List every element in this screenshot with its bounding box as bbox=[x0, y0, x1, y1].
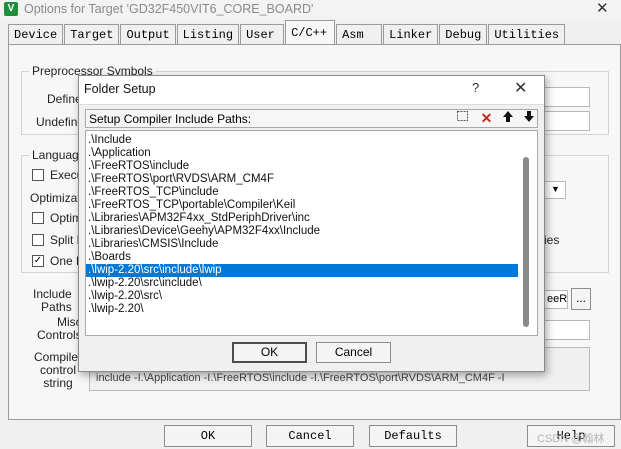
list-item[interactable]: .\lwip-2.20\src\include\ bbox=[86, 277, 537, 290]
window-close-icon[interactable]: ✕ bbox=[596, 0, 609, 17]
tab-target[interactable]: Target bbox=[64, 24, 120, 44]
define-field[interactable] bbox=[544, 87, 590, 107]
list-scrollbar-thumb[interactable] bbox=[523, 157, 529, 327]
list-item[interactable]: .\Libraries\CMSIS\Include bbox=[86, 238, 537, 251]
list-item[interactable]: .\FreeRTOS\include bbox=[86, 160, 537, 173]
move-down-icon[interactable] bbox=[518, 110, 539, 127]
undefine-field[interactable] bbox=[544, 111, 590, 131]
include-paths-header: Setup Compiler Include Paths: ✕ bbox=[85, 109, 538, 128]
list-item[interactable]: .\FreeRTOS_TCP\include bbox=[86, 186, 537, 199]
list-item[interactable]: .\Include bbox=[86, 134, 537, 147]
tab-debug[interactable]: Debug bbox=[439, 24, 488, 44]
optimize-time-checkbox[interactable] bbox=[32, 212, 44, 224]
misc-controls-field[interactable] bbox=[544, 320, 590, 340]
defaults-button[interactable]: Defaults bbox=[369, 425, 457, 447]
tab-user[interactable]: User bbox=[240, 24, 285, 44]
window-titlebar: V Options for Target 'GD32F450VIT6_CORE_… bbox=[0, 0, 621, 20]
include-path-list[interactable]: .\Include .\Application .\FreeRTOS\inclu… bbox=[85, 130, 538, 336]
folder-setup-dialog: Folder Setup ? ✕ Setup Compiler Include … bbox=[78, 75, 545, 372]
split-load-checkbox[interactable] bbox=[32, 234, 44, 246]
tab-device[interactable]: Device bbox=[8, 24, 64, 44]
list-item[interactable]: .\Libraries\Device\Geehy\APM32F4xx\Inclu… bbox=[86, 225, 537, 238]
include-paths-label: Include Paths bbox=[33, 287, 72, 314]
include-paths-browse-button[interactable]: ... bbox=[571, 288, 591, 310]
list-item[interactable]: .\Application bbox=[86, 147, 537, 160]
move-up-icon[interactable] bbox=[497, 110, 518, 127]
list-item[interactable]: .\Boards bbox=[86, 251, 537, 264]
ies-text: ies bbox=[544, 233, 560, 247]
misc-controls-label: Misc Controls bbox=[37, 315, 82, 342]
list-item[interactable]: .\lwip-2.20\src\ bbox=[86, 290, 537, 303]
list-item[interactable]: .\FreeRTOS_TCP\portable\Compiler\Keil bbox=[86, 199, 537, 212]
include-paths-header-label: Setup Compiler Include Paths: bbox=[89, 112, 252, 126]
list-item[interactable]: .\Libraries\APM32F4xx_StdPeriphDriver\in… bbox=[86, 212, 537, 225]
tab-output[interactable]: Output bbox=[120, 24, 176, 44]
tab-asm[interactable]: Asm bbox=[336, 24, 383, 44]
folder-setup-title: Folder Setup bbox=[84, 82, 156, 96]
help-icon[interactable]: ? bbox=[472, 80, 479, 95]
cancel-button[interactable]: Cancel bbox=[266, 425, 354, 447]
window-title: Options for Target 'GD32F450VIT6_CORE_BO… bbox=[24, 2, 314, 16]
list-item[interactable]: .\lwip-2.20\ bbox=[86, 303, 537, 316]
one-elf-checkbox[interactable]: ✓ bbox=[32, 255, 44, 267]
tab-c-cpp[interactable]: C/C++ bbox=[285, 20, 336, 44]
new-folder-icon[interactable] bbox=[452, 110, 473, 127]
folder-setup-cancel-button[interactable]: Cancel bbox=[316, 342, 391, 363]
delete-icon[interactable]: ✕ bbox=[476, 110, 497, 127]
list-item[interactable]: .\FreeRTOS\port\RVDS\ARM_CM4F bbox=[86, 173, 537, 186]
ok-button[interactable]: OK bbox=[164, 425, 252, 447]
chevron-down-icon: ▼ bbox=[551, 184, 560, 194]
close-icon[interactable]: ✕ bbox=[514, 78, 527, 98]
folder-setup-body: Setup Compiler Include Paths: ✕ .\Includ… bbox=[79, 104, 544, 371]
compiler-control-string-label: Compiler control string bbox=[34, 350, 83, 390]
options-tab-strip: Device Target Output Listing User C/C++ … bbox=[8, 20, 566, 44]
tab-linker[interactable]: Linker bbox=[383, 24, 439, 44]
include-paths-field[interactable]: eeR bbox=[544, 290, 568, 309]
tab-utilities[interactable]: Utilities bbox=[488, 24, 566, 44]
watermark: CSDN @翰林 bbox=[537, 433, 605, 445]
folder-setup-ok-button[interactable]: OK bbox=[232, 342, 307, 363]
list-item-selected[interactable]: .\lwip-2.20\src\include\lwip bbox=[86, 264, 518, 277]
keil-app-icon: V bbox=[4, 2, 18, 16]
execute-only-checkbox[interactable] bbox=[32, 169, 44, 181]
tab-listing[interactable]: Listing bbox=[176, 24, 240, 44]
